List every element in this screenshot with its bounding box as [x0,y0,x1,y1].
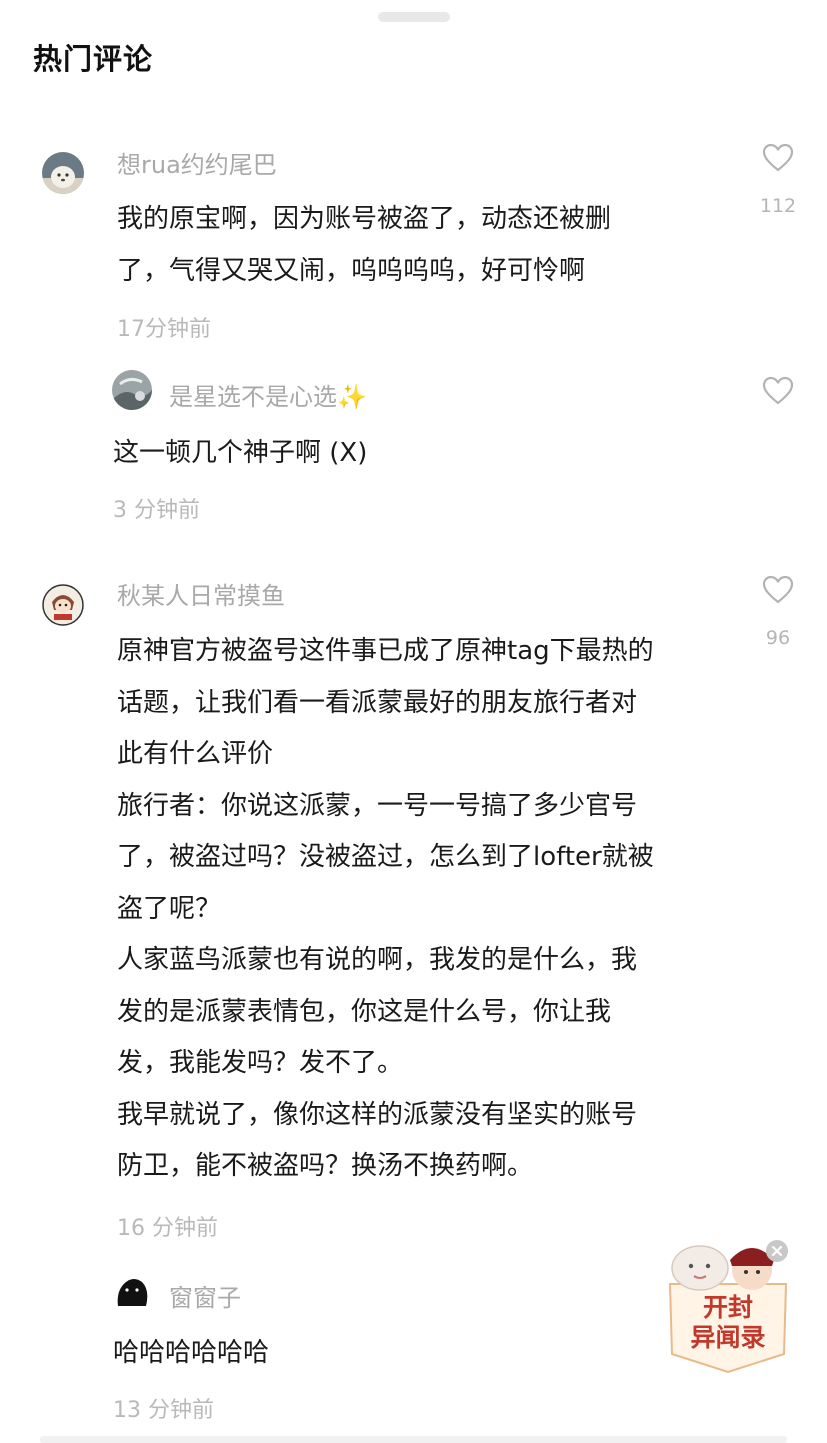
like-button[interactable] [762,376,794,406]
comment-line: 我的原宝啊，因为账号被盗了，动态还被删 [117,204,612,234]
like-button[interactable] [762,575,794,605]
avatar[interactable] [112,1272,152,1312]
reply-username[interactable]: 窗窗子 [169,1278,241,1313]
comment-username[interactable]: 秋某人日常摸鱼 [117,576,285,611]
comment-line: 哈哈哈哈哈哈 [113,1338,270,1368]
comment-time: 16 分钟前 [117,1216,218,1241]
like-button[interactable] [762,143,794,173]
reply-time: 13 分钟前 [113,1398,214,1423]
banner-title-line2: 异闻录 [690,1323,766,1352]
comment-text: 原神官方被盗号这件事已成了原神tag下最热的 话题，让我们看一看派蒙最好的朋友旅… [117,626,654,1193]
comment-time: 17分钟前 [117,317,211,342]
reply-username[interactable]: 是星选不是心选✨ [169,377,367,412]
reply-text: 哈哈哈哈哈哈 [113,1328,269,1380]
promo-floating-banner[interactable]: 开封 异闻录 [660,1236,796,1374]
heart-outline-icon [762,575,794,604]
comment-line: 我早就说了，像你这样的派蒙没有坚实的账号 [117,1099,638,1130]
avatar[interactable] [42,152,84,194]
heart-outline-icon [762,376,794,405]
comment-line: 话题，让我们看一看派蒙最好的朋友旅行者对 [117,687,638,718]
like-count: 112 [759,195,797,217]
page-title: 热门评论 [33,42,154,76]
reply-time: 3 分钟前 [113,498,200,523]
comment-line: 了，被盗过吗？没被盗过，怎么到了lofter就被 [117,842,654,872]
comment-text: 我的原宝啊，因为账号被盗了，动态还被删 了，气得又哭又闹，呜呜呜呜，好可怜啊 [117,194,611,297]
banner-title-line1: 开封 [702,1293,753,1322]
like-count: 96 [765,627,791,649]
drag-handle[interactable] [378,12,450,22]
heart-outline-icon [762,143,794,172]
reply-text: 这一顿几个神子啊 (X) [113,428,367,480]
comment-line: 盗了呢？ [117,893,222,924]
avatar[interactable] [42,584,84,626]
close-button[interactable] [766,1240,788,1262]
comment-username[interactable]: 想rua约约尾巴 [117,145,277,180]
comment-line: 发的是派蒙表情包，你这是什么号，你让我 [117,996,612,1027]
comment-line: 防卫，能不被盗吗？换汤不换药啊。 [117,1151,534,1181]
close-icon [771,1245,783,1257]
avatar[interactable] [112,370,152,410]
comment-line: 原神官方被盗号这件事已成了原神tag下最热的 [117,636,654,666]
comment-line: 此有什么评价 [117,739,274,769]
comment-line: 发，我能发吗？发不了。 [117,1048,404,1078]
comment-line: 人家蓝鸟派蒙也有说的啊，我发的是什么，我 [117,945,638,975]
comment-line: 旅行者：你说这派蒙，一号一号搞了多少官号 [117,790,638,821]
comment-line: 了，气得又哭又闹，呜呜呜呜，好可怜啊 [117,255,586,286]
comment-line: 这一顿几个神子啊 (X) [113,438,368,468]
bottom-divider [40,1436,787,1443]
